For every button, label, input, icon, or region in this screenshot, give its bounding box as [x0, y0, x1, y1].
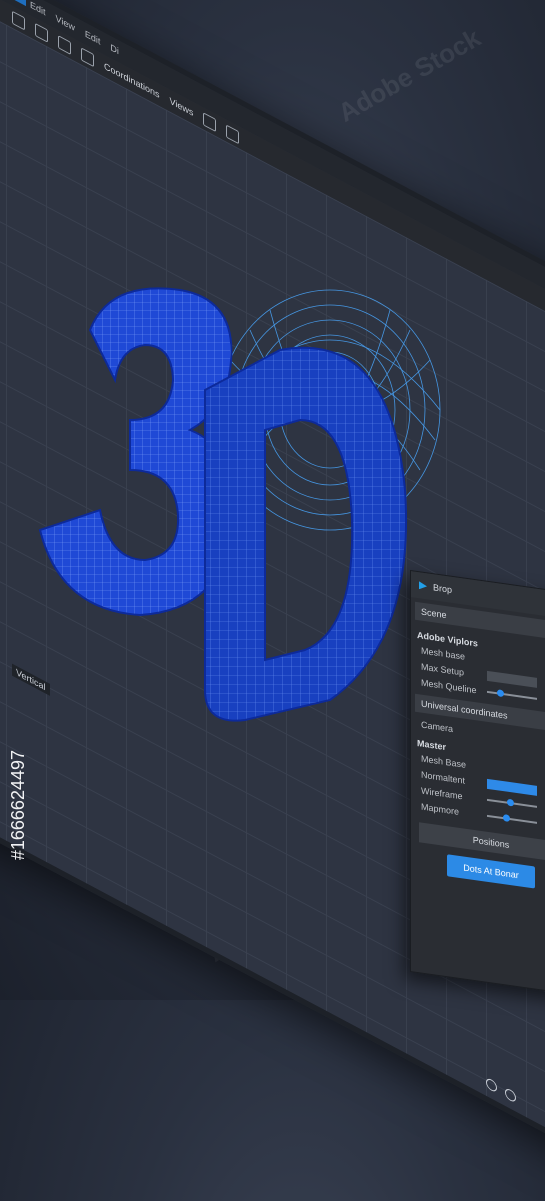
menu-item[interactable]: Edit: [30, 0, 46, 17]
slider[interactable]: [487, 689, 537, 700]
apply-button[interactable]: Dots At Bonar: [447, 854, 535, 889]
select-tool-icon[interactable]: [12, 10, 25, 31]
digit-D: [204, 346, 408, 722]
panel-title: Brop: [433, 582, 453, 595]
slider[interactable]: [487, 798, 537, 808]
scale-tool-icon[interactable]: [81, 46, 94, 67]
print-icon[interactable]: [203, 111, 217, 132]
arrows-icon[interactable]: [226, 124, 240, 145]
menu-item[interactable]: Edit: [85, 28, 101, 46]
logo-icon: [419, 581, 427, 590]
watermark: Adobe Stock: [332, 22, 486, 128]
properties-panel: Brop Scene Adobe Viplors Mesh base Max S…: [410, 570, 545, 995]
menu-item[interactable]: Di: [110, 42, 119, 57]
stock-id: #1666624497: [8, 750, 28, 861]
slider[interactable]: [487, 814, 537, 824]
3d-model: [38, 287, 441, 722]
move-tool-icon[interactable]: [35, 22, 48, 43]
rotate-tool-icon[interactable]: [58, 34, 71, 55]
